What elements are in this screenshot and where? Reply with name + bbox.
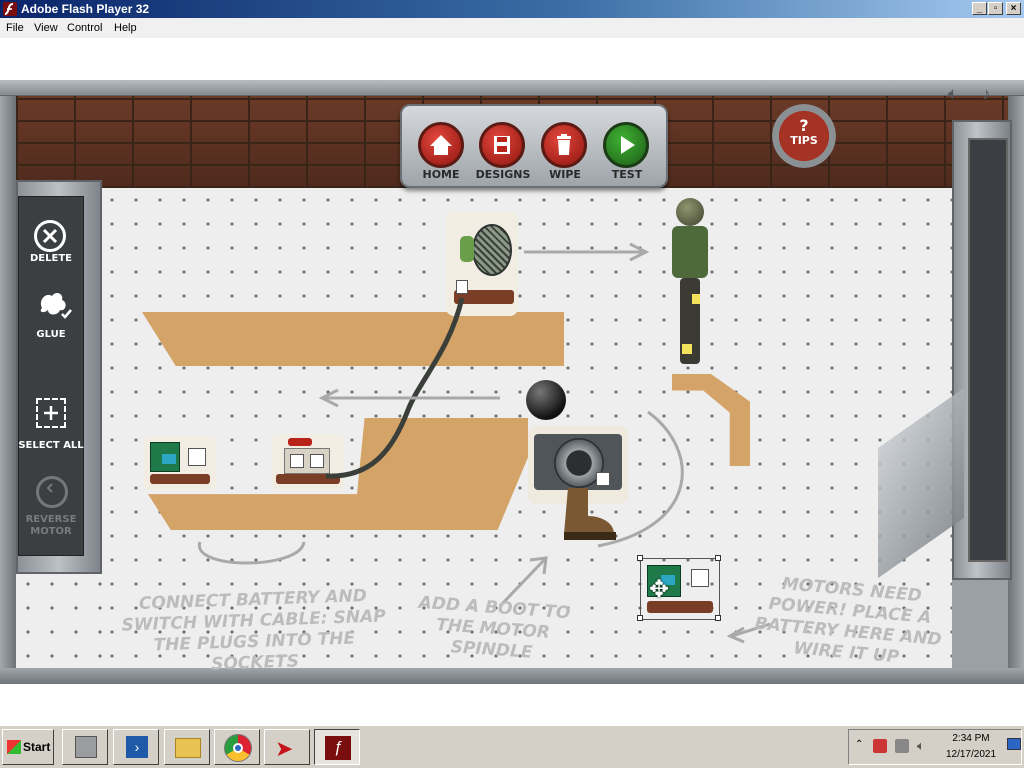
security-icon[interactable] [873,739,887,753]
close-button[interactable]: × [1006,2,1021,15]
volume-icon[interactable]: 🔈︎ [917,738,925,754]
selected-battery[interactable]: ✥ [637,555,721,621]
menu-bar: File View Control Help [0,18,1024,38]
taskbar-flash-player[interactable]: ƒ [314,729,360,765]
handle-tl[interactable] [637,555,643,561]
acrobat-icon: ➤ [275,736,294,761]
flash-icon: ƒ [325,736,351,760]
game-stage[interactable]: 🔈︎ ♪ HOME DESIGNS WIPE TEST ? TIPS DELET… [0,80,1024,684]
chevron-up-icon[interactable]: ⌃ [855,739,863,750]
taskbar-acrobat[interactable]: ➤ [264,729,310,765]
taskbar-powershell[interactable]: › [113,729,159,765]
maximize-button[interactable]: ▫ [988,2,1003,15]
window-title: Adobe Flash Player 32 [21,2,150,16]
flash-player-icon [3,2,17,16]
server-icon [75,736,97,758]
minimize-button[interactable]: _ [972,2,987,15]
hint-boot: ADD A BOOT TO THE MOTOR SPINDLE [418,592,571,663]
menu-view[interactable]: View [34,22,58,34]
arrow-right-icon [524,242,650,262]
chrome-icon [224,734,252,762]
windows-logo-icon [7,740,21,754]
window-titlebar[interactable]: Adobe Flash Player 32 _ ▫ × [0,0,1024,18]
hint-battery: CONNECT BATTERY AND SWITCH WITH CABLE: S… [121,586,386,675]
taskbar-explorer[interactable] [164,729,210,765]
start-label: Start [23,740,51,754]
move-cursor-icon: ✥ [649,576,670,603]
system-tray: ⌃ 🔈︎ 2:34 PM 12/17/2021 [848,729,1022,765]
powershell-icon: › [126,736,148,758]
show-desktop-icon[interactable] [1007,738,1021,750]
menu-file[interactable]: File [6,22,24,34]
network-icon[interactable] [895,739,909,753]
curve-arrow [597,410,684,548]
taskbar-server-manager[interactable] [62,729,108,765]
connect-curve [198,541,306,565]
taskbar-chrome[interactable] [214,729,260,765]
clock-date[interactable]: 12/17/2021 [939,749,1003,760]
folder-icon [175,738,201,758]
clock-time[interactable]: 2:34 PM [939,733,1003,744]
menu-help[interactable]: Help [114,22,137,34]
taskbar: Start › ➤ ƒ ⌃ 🔈︎ 2:34 PM 12/17/2021 [0,724,1024,768]
handle-bl[interactable] [637,615,643,621]
battery-socket [691,569,709,587]
cable[interactable] [325,297,465,479]
menu-control[interactable]: Control [67,22,102,34]
handle-tr[interactable] [715,555,721,561]
handle-br[interactable] [715,615,721,621]
start-button[interactable]: Start [2,729,54,765]
